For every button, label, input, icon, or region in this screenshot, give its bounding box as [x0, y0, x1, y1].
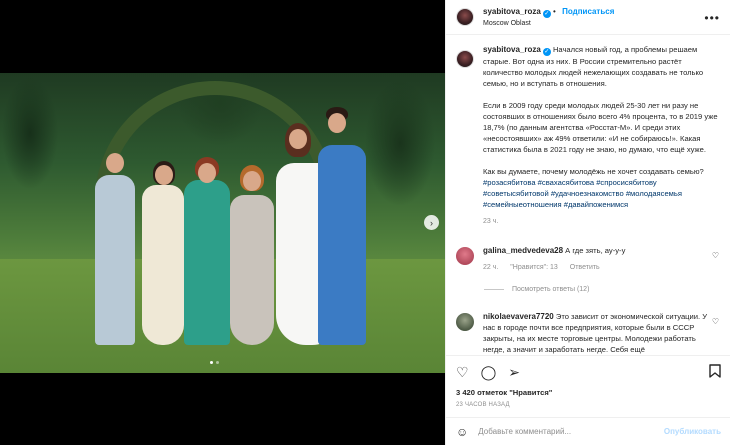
replies-divider — [484, 289, 504, 290]
heart-icon[interactable]: ♡ — [456, 365, 469, 379]
caption-hashtags[interactable]: #розасябитова #свахасябитова #спросисяби… — [483, 177, 721, 210]
photo-bride-head — [289, 129, 307, 149]
post-timestamp[interactable]: 23 ЧАСОВ НАЗАД — [446, 397, 730, 408]
verified-badge-icon: ✓ — [542, 48, 551, 56]
next-photo-button[interactable]: › — [424, 215, 439, 230]
separator-dot: • — [553, 6, 559, 16]
caption-time[interactable]: 23 ч. — [483, 216, 721, 227]
commenter-username[interactable]: nikolaevavera7720 — [483, 312, 554, 321]
commenter-avatar[interactable] — [456, 313, 474, 331]
add-comment-bar: ☺ Добавьте комментарий... Опубликовать — [446, 417, 730, 445]
comment-heart-icon[interactable]: ♡ — [712, 317, 719, 326]
post-side-panel: syabitova_roza ✓ • Подписаться Moscow Obl… — [445, 0, 730, 445]
view-replies-button[interactable]: Посмотреть ответы (12) — [484, 286, 721, 293]
carousel-dot-active — [210, 361, 213, 364]
photo-person-4-head — [243, 171, 261, 191]
action-icons-row: ♡ ◯ ➢ — [446, 356, 730, 382]
comment-text: А где зять, ау-у-у — [565, 246, 626, 255]
bookmark-icon[interactable] — [709, 364, 721, 380]
photo-person-2 — [142, 185, 184, 345]
likes-count[interactable]: 3 420 отметок "Нравится" — [446, 382, 730, 397]
carousel-dot — [216, 361, 219, 364]
photo-groom — [318, 145, 366, 345]
author-avatar[interactable] — [456, 8, 474, 26]
caption-author-avatar[interactable] — [456, 50, 474, 68]
post-caption: syabitova_roza ✓ Начался новый год, а про… — [456, 44, 721, 227]
photo-groom-head — [328, 113, 346, 133]
follow-button[interactable]: Подписаться — [562, 7, 614, 16]
photo-person-3-head — [198, 163, 216, 183]
verified-badge-icon: ✓ — [542, 9, 551, 18]
emoji-icon[interactable]: ☺ — [456, 425, 468, 439]
comment-item: galina_medvedeva28 А где зять, ау-у-у 22… — [456, 245, 721, 273]
photo-person-1-head — [106, 153, 124, 173]
caption-author-username[interactable]: syabitova_roza — [483, 45, 541, 54]
view-replies-label: Посмотреть ответы (12) — [512, 286, 590, 293]
comment-heart-icon[interactable]: ♡ — [712, 251, 719, 260]
post-photo[interactable] — [0, 73, 445, 373]
photo-person-1 — [95, 175, 135, 345]
photo-person-2-head — [155, 165, 173, 185]
send-icon[interactable]: ➢ — [508, 365, 520, 379]
commenter-avatar[interactable] — [456, 247, 474, 265]
photo-person-4 — [230, 195, 274, 345]
chevron-right-icon: › — [430, 217, 433, 228]
post-comment-button[interactable]: Опубликовать — [664, 427, 721, 436]
commenter-username[interactable]: galina_medvedeva28 — [483, 246, 563, 255]
caption-text-2: Если в 2009 году среди молодых людей 25-… — [483, 101, 718, 154]
post-header: syabitova_roza ✓ • Подписаться Moscow Obl… — [446, 0, 730, 35]
caption-text-3: Как вы думаете, почему молодёжь не хочет… — [483, 167, 704, 176]
comment-likes-count[interactable]: "Нравится": 13 — [510, 264, 558, 271]
reply-button[interactable]: Ответить — [570, 264, 600, 271]
comment-input[interactable]: Добавьте комментарий... — [478, 427, 664, 436]
post-actions: ♡ ◯ ➢ 3 420 отметок "Нравится" 23 ЧАСОВ … — [446, 355, 730, 445]
more-options-icon[interactable]: ••• — [704, 11, 720, 25]
author-username[interactable]: syabitova_roza — [483, 7, 541, 16]
comment-icon[interactable]: ◯ — [481, 365, 497, 379]
post-media: › — [0, 0, 445, 445]
comment-time[interactable]: 22 ч. — [483, 264, 498, 271]
photo-person-3 — [184, 180, 230, 345]
comment-item: nikolaevavera7720 Это зависит от экономи… — [456, 311, 721, 354]
carousel-dots — [210, 361, 219, 364]
post-location[interactable]: Moscow Oblast — [483, 18, 614, 29]
comments-scroll-area[interactable]: syabitova_roza ✓ Начался новый год, а про… — [446, 44, 730, 354]
